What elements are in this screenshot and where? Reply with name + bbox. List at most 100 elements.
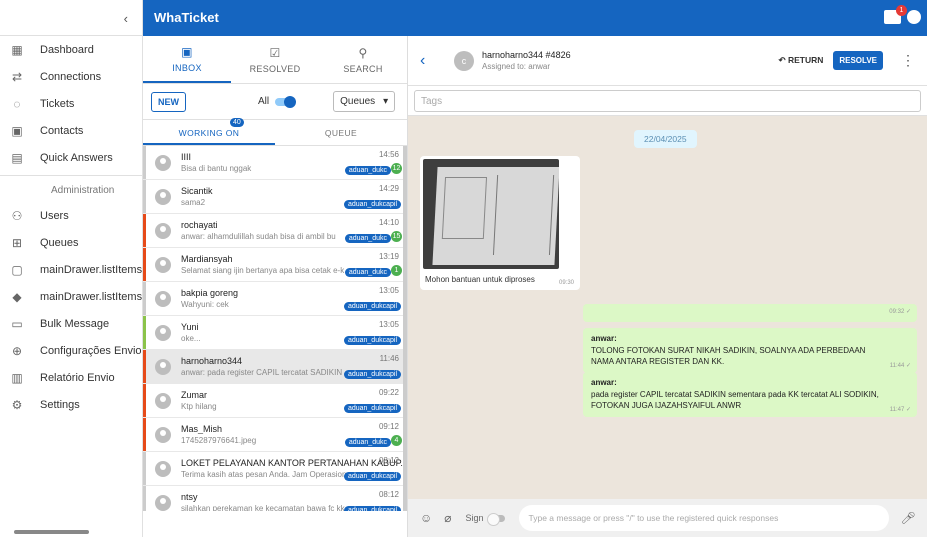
chat-icon: ▭ — [11, 316, 23, 331]
queue-badge: aduan_dukcapil — [343, 472, 401, 481]
sidebar-item-maindrawer-listitems-t[interactable]: ◆ mainDrawer.listItems.t — [0, 283, 142, 310]
show-all-toggle[interactable]: All — [258, 95, 297, 108]
ticket-contact-name: ntsy — [181, 492, 198, 502]
sidebar-item-queues[interactable]: ⊞ Queues — [0, 229, 142, 256]
avatar — [155, 290, 171, 307]
tags-input[interactable]: Tags — [414, 90, 921, 112]
return-button[interactable]: ↶ RETURN — [778, 55, 823, 66]
ticket-contact-name: rochayati — [181, 220, 218, 230]
message-input[interactable]: Type a message or press "/" to use the r… — [518, 505, 889, 531]
scrollbar-thumb[interactable] — [14, 530, 89, 534]
emoji-icon[interactable]: ☺ — [420, 511, 432, 525]
more-vert-icon[interactable]: ⋮ — [901, 52, 915, 69]
ticket-row[interactable]: bakpia goreng Wahyuni: cek 13:05 aduan_dukc… — [143, 282, 407, 316]
sidebar-item-tickets[interactable]: ◌ Tickets — [0, 90, 142, 117]
avatar — [155, 358, 171, 375]
avatar — [155, 426, 171, 443]
sidebar-item-configura-es-envio[interactable]: ⊕ Configurações Envio — [0, 337, 142, 364]
ticket-row[interactable]: Mardiansyah Selamat siang ijin bertanya a… — [143, 248, 407, 282]
message-time: 09:30 — [558, 280, 574, 286]
outgoing-message[interactable]: anwar: pada register CAPIL tercatat SADI… — [583, 372, 917, 417]
sidebar-item-quick-answers[interactable]: ▤ Quick Answers — [0, 144, 142, 171]
contacts-icon: ▣ — [11, 123, 23, 138]
add-circle-icon: ⊕ — [11, 343, 23, 358]
tickets-tabs: ▣ INBOX ☑ RESOLVED ⚲ SEARCH — [143, 36, 407, 84]
sidebar-item-contacts[interactable]: ▣ Contacts — [0, 117, 142, 144]
connections-icon: ⇄ — [11, 69, 23, 84]
toggle-switch[interactable] — [275, 95, 297, 108]
queue-badge: aduan_dukc — [344, 438, 391, 447]
account-icon[interactable] — [907, 10, 921, 24]
tab-label: SEARCH — [343, 63, 383, 74]
ticket-row[interactable]: Sicantik sama2 14:29 aduan_dukcapil — [143, 180, 407, 214]
tab-resolved[interactable]: ☑ RESOLVED — [231, 36, 319, 83]
chevron-left-icon[interactable]: ‹ — [124, 11, 128, 26]
sidebar-item-maindrawer-listitems-s[interactable]: ▢ mainDrawer.listItems.s — [0, 256, 142, 283]
avatar — [155, 494, 171, 511]
sidebar-item-label: mainDrawer.listItems.s — [40, 263, 142, 276]
ticket-contact-name: LOKET PELAYANAN KANTOR PERTANAHAN KABUP.… — [181, 458, 407, 468]
sidebar-header: ‹ — [0, 0, 142, 36]
message-author: anwar: — [591, 378, 617, 387]
sidebar-scrollbar[interactable] — [6, 529, 136, 535]
ticket-row[interactable]: Yuni oke... 13:05 aduan_dukcapil — [143, 316, 407, 350]
date-separator: 22/04/2025 — [634, 130, 697, 148]
ticket-row[interactable]: harnoharno344 anwar: pada register CAPIL … — [143, 350, 407, 384]
tab-working-on[interactable]: WORKING ON — [143, 120, 275, 145]
return-label: RETURN — [787, 55, 824, 65]
ticket-row[interactable]: LOKET PELAYANAN KANTOR PERTANAHAN KABUP.… — [143, 452, 407, 486]
message-text: pada register CAPIL tercatat SADIKIN sem… — [591, 390, 879, 410]
unread-count-badge: 4 — [391, 435, 402, 446]
queue-color-bar — [143, 282, 146, 315]
sign-label: Sign — [465, 513, 484, 523]
ticket-row[interactable]: Mas_Mish 1745287976641.jpeg 09:12 aduan_duk… — [143, 418, 407, 452]
sidebar-item-bulk-message[interactable]: ▭ Bulk Message — [0, 310, 142, 337]
messages-area: 22/04/2025 Mohon bantuan untuk diproses … — [408, 116, 927, 492]
ticket-row[interactable]: rochayati anwar: alhamdulillah sudah bisa… — [143, 214, 407, 248]
quick-answers-icon: ▤ — [11, 150, 23, 165]
sign-toggle[interactable]: Sign — [465, 512, 505, 526]
report-icon: ▥ — [11, 370, 23, 385]
toggle-switch[interactable] — [486, 512, 505, 526]
outgoing-message[interactable]: anwar: TOLONG FOTOKAN SURAT NIKAH SADIKI… — [583, 328, 917, 373]
ticket-contact-name: harnoharno344 — [181, 356, 243, 366]
all-label: All — [258, 96, 270, 107]
sidebar-item-connections[interactable]: ⇄ Connections — [0, 63, 142, 90]
sidebar-item-relat-rio-envio[interactable]: ▥ Relatório Envio — [0, 364, 142, 391]
new-ticket-button[interactable]: NEW — [151, 91, 186, 112]
outgoing-message[interactable]: 09:32 ✓ — [583, 304, 917, 322]
ticket-time: 13:05 — [378, 320, 399, 329]
mic-icon[interactable]: 🎤︎ — [901, 511, 916, 525]
queue-color-bar — [143, 146, 146, 179]
tab-search[interactable]: ⚲ SEARCH — [319, 36, 407, 83]
ticket-row[interactable]: ntsy silahkan perekaman ke kecamatan bawa… — [143, 486, 407, 511]
incoming-image-message[interactable]: Mohon bantuan untuk diproses 09:30 — [420, 156, 580, 290]
attached-image[interactable] — [423, 159, 559, 269]
queue-badge: aduan_dukc — [344, 166, 391, 175]
attach-icon[interactable]: ⌀ — [444, 511, 451, 525]
whatsapp-icon: ◌ — [13, 96, 21, 111]
tab-queue[interactable]: QUEUE — [275, 120, 407, 145]
ticket-time: 14:56 — [378, 150, 399, 159]
back-arrow-icon[interactable]: ‹ — [420, 52, 442, 70]
working-count-badge: 40 — [230, 118, 244, 127]
ticket-row[interactable]: Zumar Ktp hilang 09:22 aduan_dukcapil — [143, 384, 407, 418]
image-caption: Mohon bantuan untuk diproses — [425, 275, 535, 284]
search-icon: ⚲ — [358, 45, 368, 60]
resolve-button[interactable]: RESOLVE — [833, 51, 883, 70]
sidebar-item-label: Quick Answers — [40, 151, 113, 164]
contact-info[interactable]: harnoharno344 #4826 Assigned to: anwar — [482, 50, 778, 71]
message-time: 09:32 ✓ — [889, 309, 911, 315]
ticket-time: 08:12 — [378, 490, 399, 499]
app-bar: WhaTicket 1 — [143, 0, 927, 36]
sidebar-item-settings[interactable]: ⚙ Settings — [0, 391, 142, 418]
sidebar-item-label: Connections — [40, 70, 102, 83]
queues-select[interactable]: Queues ▾ — [333, 91, 396, 112]
sidebar-item-label: Queues — [40, 236, 79, 249]
sidebar-item-dashboard[interactable]: ▦ Dashboard — [0, 36, 142, 63]
ticket-time: 09:12 — [378, 422, 399, 431]
ticket-time: 14:10 — [378, 218, 399, 227]
tab-inbox[interactable]: ▣ INBOX — [143, 36, 231, 83]
ticket-row[interactable]: IIII Bisa di bantu nggak 14:56 aduan_dukc 12 — [143, 146, 407, 180]
sidebar-item-users[interactable]: ⚇ Users — [0, 202, 142, 229]
